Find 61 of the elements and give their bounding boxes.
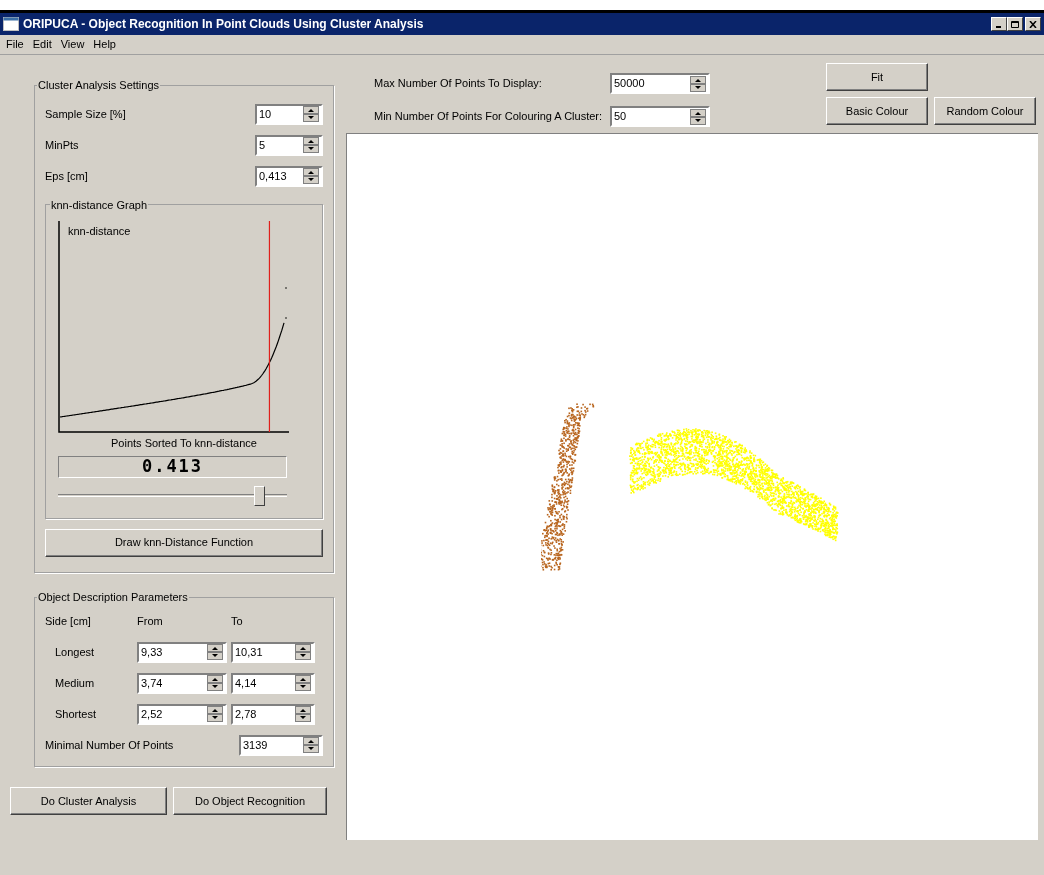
spin-box[interactable]: 2,78 bbox=[231, 703, 315, 725]
push-button[interactable]: Random Colour bbox=[934, 97, 1036, 125]
window-icon bbox=[3, 17, 19, 31]
spin-box[interactable]: 4,14 bbox=[231, 672, 315, 694]
spin-arrows-icon[interactable] bbox=[295, 644, 311, 660]
spin-arrows-icon[interactable] bbox=[207, 675, 223, 691]
spin-box[interactable]: 3139 bbox=[239, 734, 323, 756]
row-label: Minimal Number Of Points bbox=[45, 737, 174, 753]
group-title: Cluster Analysis Settings bbox=[37, 78, 161, 93]
group-title: Object Description Parameters bbox=[37, 590, 189, 605]
row-label: Medium bbox=[54, 675, 96, 691]
spin-arrows-icon[interactable] bbox=[207, 706, 223, 722]
column-header: From bbox=[137, 614, 164, 630]
push-button[interactable]: Basic Colour bbox=[826, 97, 928, 125]
minimize-button[interactable] bbox=[991, 17, 1007, 31]
spin-arrows-icon[interactable] bbox=[295, 706, 311, 722]
spin-arrows-icon[interactable] bbox=[303, 737, 319, 753]
spin-arrows-icon[interactable] bbox=[207, 644, 223, 660]
row-label: Shortest bbox=[54, 706, 97, 722]
menu-item[interactable]: View bbox=[56, 36, 89, 53]
window-title: ORIPUCA - Object Recognition In Point Clouds Using Cluster Analysis bbox=[23, 16, 425, 33]
field-label: Eps [cm] bbox=[45, 168, 88, 184]
field-label: Sample Size [%] bbox=[45, 106, 126, 122]
group-title: knn-distance Graph bbox=[50, 197, 148, 213]
menu-item[interactable]: File bbox=[2, 36, 28, 53]
column-header: To bbox=[231, 614, 243, 630]
spin-box[interactable]: 2,52 bbox=[137, 703, 227, 725]
spin-box[interactable]: 50 bbox=[610, 106, 710, 127]
push-button[interactable]: Draw knn-Distance Function bbox=[45, 528, 323, 557]
push-button[interactable]: Do Cluster Analysis bbox=[10, 787, 167, 815]
spin-box[interactable]: 50000 bbox=[610, 73, 710, 94]
axis-label: Points Sorted To knn-distance bbox=[111, 436, 257, 451]
spin-box[interactable]: 9,33 bbox=[137, 641, 227, 663]
maximize-icon bbox=[1011, 20, 1019, 28]
close-icon bbox=[1029, 20, 1037, 28]
spin-arrows-icon[interactable] bbox=[295, 675, 311, 691]
slider-track[interactable] bbox=[58, 485, 287, 506]
axis-label: knn-distance bbox=[68, 224, 131, 239]
close-button[interactable] bbox=[1025, 17, 1041, 31]
spin-box[interactable]: 0,413 bbox=[255, 165, 323, 187]
spin-arrows-icon[interactable] bbox=[303, 106, 319, 122]
spin-arrows-icon[interactable] bbox=[303, 168, 319, 184]
spin-box[interactable]: 3,74 bbox=[137, 672, 227, 694]
menu-item[interactable]: Help bbox=[89, 36, 120, 53]
column-header: Side [cm] bbox=[45, 614, 92, 630]
push-button[interactable]: Do Object Recognition bbox=[173, 787, 327, 815]
field-label: MinPts bbox=[45, 137, 79, 153]
spin-box[interactable]: 5 bbox=[255, 134, 323, 156]
push-button[interactable]: Fit bbox=[826, 63, 928, 91]
spin-box[interactable]: 10 bbox=[255, 103, 323, 125]
maximize-button[interactable] bbox=[1007, 17, 1023, 31]
setting-label: Min Number Of Points For Colouring A Cluster: bbox=[373, 109, 604, 125]
setting-label: Max Number Of Points To Display: bbox=[373, 76, 543, 92]
spin-arrows-icon[interactable] bbox=[690, 75, 706, 92]
spin-box[interactable]: 10,31 bbox=[231, 641, 315, 663]
spin-arrows-icon[interactable] bbox=[690, 108, 706, 125]
slider-thumb[interactable] bbox=[253, 485, 265, 506]
row-label: Longest bbox=[54, 644, 96, 660]
lcd-display: 0.413 bbox=[58, 455, 287, 478]
menu-item[interactable]: Edit bbox=[28, 36, 56, 53]
spin-arrows-icon[interactable] bbox=[303, 137, 319, 153]
